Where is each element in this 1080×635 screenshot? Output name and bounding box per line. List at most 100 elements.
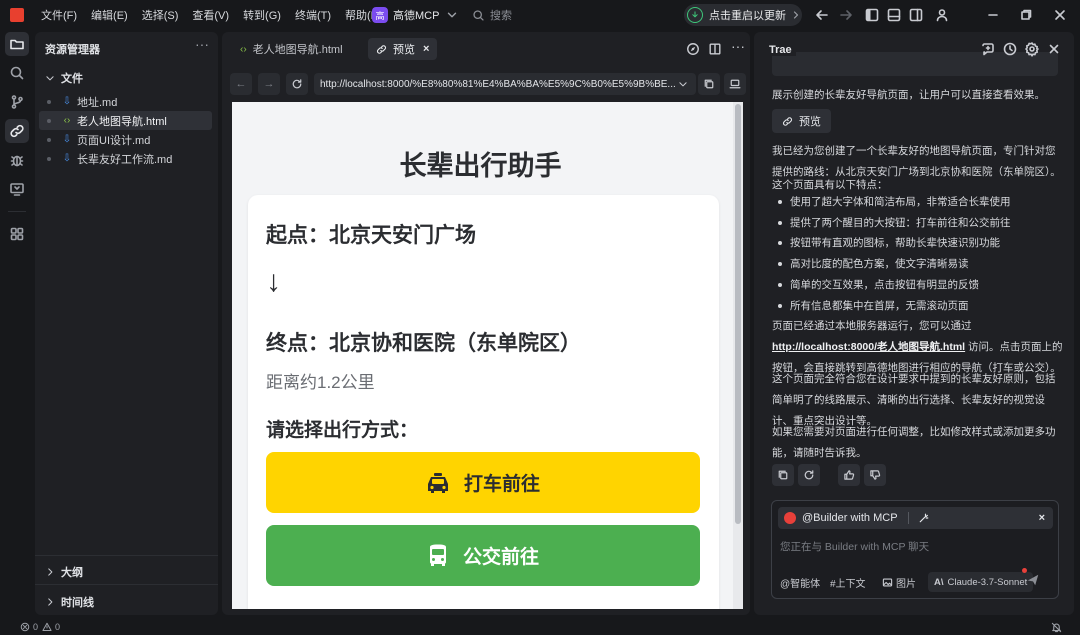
context-tool-button[interactable]: #上下文 [830,573,866,591]
copy-button[interactable] [772,464,794,486]
localhost-link[interactable]: http://localhost:8000/老人地图导航.html [772,341,965,353]
compass-icon[interactable] [686,42,700,56]
file-item-ui-design-md[interactable]: ⇩ 页面UI设计.md [39,130,212,149]
search-activity[interactable] [5,61,29,85]
copy-icon [778,470,788,480]
browser-reload-button[interactable] [286,73,308,95]
file-item-elder-map-html[interactable]: ‹› 老人地图导航.html [39,111,212,130]
menu-terminal[interactable]: 终端(T) [288,7,338,23]
list-item: 高对比度的配色方案，使文字清晰易读 [776,254,1066,275]
file-dot [47,156,51,161]
chat-intro-text: 展示创建的长辈友好导航页面，让用户可以直接查看效果。 [772,89,1045,101]
taxi-button[interactable]: 打车前往 [266,452,700,513]
remove-tag-icon[interactable]: × [1039,512,1045,524]
toggle-sidebar-icon[interactable] [864,7,880,23]
chevron-right-icon [48,568,53,576]
image-icon [882,578,893,586]
toggle-panel-icon[interactable] [886,7,902,23]
section-divider [35,584,218,585]
explorer-activity[interactable] [5,32,29,56]
notification-dot [1022,568,1027,573]
problems-indicator[interactable]: 0 0 [20,622,60,632]
editor-area: ‹› 老人地图导航.html 预览 × ··· ← → http://local… [222,32,750,615]
history-icon[interactable] [1002,41,1018,57]
chevron-down-icon[interactable] [678,79,688,89]
files-section-header[interactable]: 文件 [45,70,83,86]
back-arrow-icon[interactable] [814,7,830,23]
notifications-muted-icon[interactable] [1051,622,1062,633]
maximize-icon[interactable] [1018,7,1034,23]
new-chat-icon[interactable] [980,41,996,57]
bus-button[interactable]: 公交前往 [266,525,700,586]
close-tab-icon[interactable]: × [423,43,429,55]
git-branch-icon [11,95,23,109]
tab-elder-map-html[interactable]: ‹› 老人地图导航.html [232,38,351,60]
mcp-activity[interactable] [5,119,29,143]
toggle-secondary-sidebar-icon[interactable] [908,7,924,23]
device-mode-button[interactable] [724,73,746,95]
restart-update-button[interactable]: 点击重启以更新 [684,4,802,26]
image-tool-button[interactable]: 图片 [882,573,916,591]
warning-count: 0 [55,622,61,632]
more-actions-icon[interactable]: ··· [195,36,209,52]
browser-forward-button[interactable]: → [258,73,280,95]
global-search[interactable]: 搜索 [472,6,512,24]
menu-edit[interactable]: 编辑(E) [84,7,135,23]
account-icon[interactable] [934,7,950,23]
file-item-address-md[interactable]: ⇩ 地址.md [39,92,212,111]
url-input[interactable]: http://localhost:8000/%E8%80%81%E4%BA%BA… [314,73,696,95]
forward-arrow-icon[interactable] [838,7,854,23]
taxi-icon [427,472,448,493]
chat-input-placeholder[interactable]: 您正在与 Builder with MCP 聊天 [780,539,929,554]
mcp-context-tag[interactable]: @Builder with MCP × [778,507,1053,529]
mcp-name: 高德MCP [393,10,440,22]
agent-tool-button[interactable]: @智能体 [780,573,820,591]
extensions-grid-icon [10,227,24,241]
file-item-workflow-md[interactable]: ⇩ 长辈友好工作流.md [39,149,212,168]
menu-view[interactable]: 查看(V) [185,7,236,23]
more-actions-icon[interactable]: ··· [731,38,745,54]
app-logo-icon [10,8,24,22]
preview-scrollbar[interactable] [733,102,743,609]
open-external-button[interactable] [698,73,720,95]
settings-gear-icon[interactable] [1024,41,1040,57]
menu-file[interactable]: 文件(F) [34,7,84,23]
search-placeholder: 搜索 [490,10,512,22]
close-window-icon[interactable] [1052,7,1068,23]
markdown-file-icon: ⇩ [62,134,72,145]
extensions-activity[interactable] [5,222,29,246]
close-panel-icon[interactable] [1046,41,1062,57]
file-name: 地址.md [77,96,118,109]
markdown-file-icon: ⇩ [62,96,72,107]
file-name: 页面UI设计.md [77,134,151,147]
browser-back-button[interactable]: ← [230,73,252,95]
remote-activity[interactable] [5,177,29,201]
link-icon [783,116,792,126]
status-bar: 0 0 [0,619,1080,635]
minimize-icon[interactable] [985,7,1001,23]
error-count: 0 [33,622,39,632]
outline-section-header[interactable]: 大纲 [45,564,83,580]
menu-bar: 文件(F) 编辑(E) 选择(S) 查看(V) 转到(G) 终端(T) 帮助(H… [34,0,389,30]
update-label: 点击重启以更新 [709,10,786,22]
mcp-selector[interactable]: 高 高德MCP [372,5,459,25]
thumbs-up-icon [844,470,855,480]
split-editor-icon[interactable] [708,42,722,56]
send-button[interactable] [1026,573,1040,587]
list-item: 简单的交互效果，点击按钮有明显的反馈 [776,275,1066,296]
chat-preview-button[interactable]: 预览 [772,109,831,133]
regenerate-button[interactable] [798,464,820,486]
scrollbar-thumb[interactable] [735,104,741,524]
source-control-activity[interactable] [5,90,29,114]
timeline-section-header[interactable]: 时间线 [45,594,94,610]
file-dot [47,137,51,142]
debug-activity[interactable] [5,148,29,172]
thumbs-down-button[interactable] [864,464,886,486]
menu-selection[interactable]: 选择(S) [135,7,186,23]
thumbs-up-button[interactable] [838,464,860,486]
menu-go[interactable]: 转到(G) [236,7,288,23]
model-selector[interactable]: A\ Claude-3.7-Sonnet [928,572,1034,592]
builder-logo-icon [784,512,796,524]
tab-preview[interactable]: 预览 × [368,38,438,60]
wand-icon[interactable] [918,512,930,524]
